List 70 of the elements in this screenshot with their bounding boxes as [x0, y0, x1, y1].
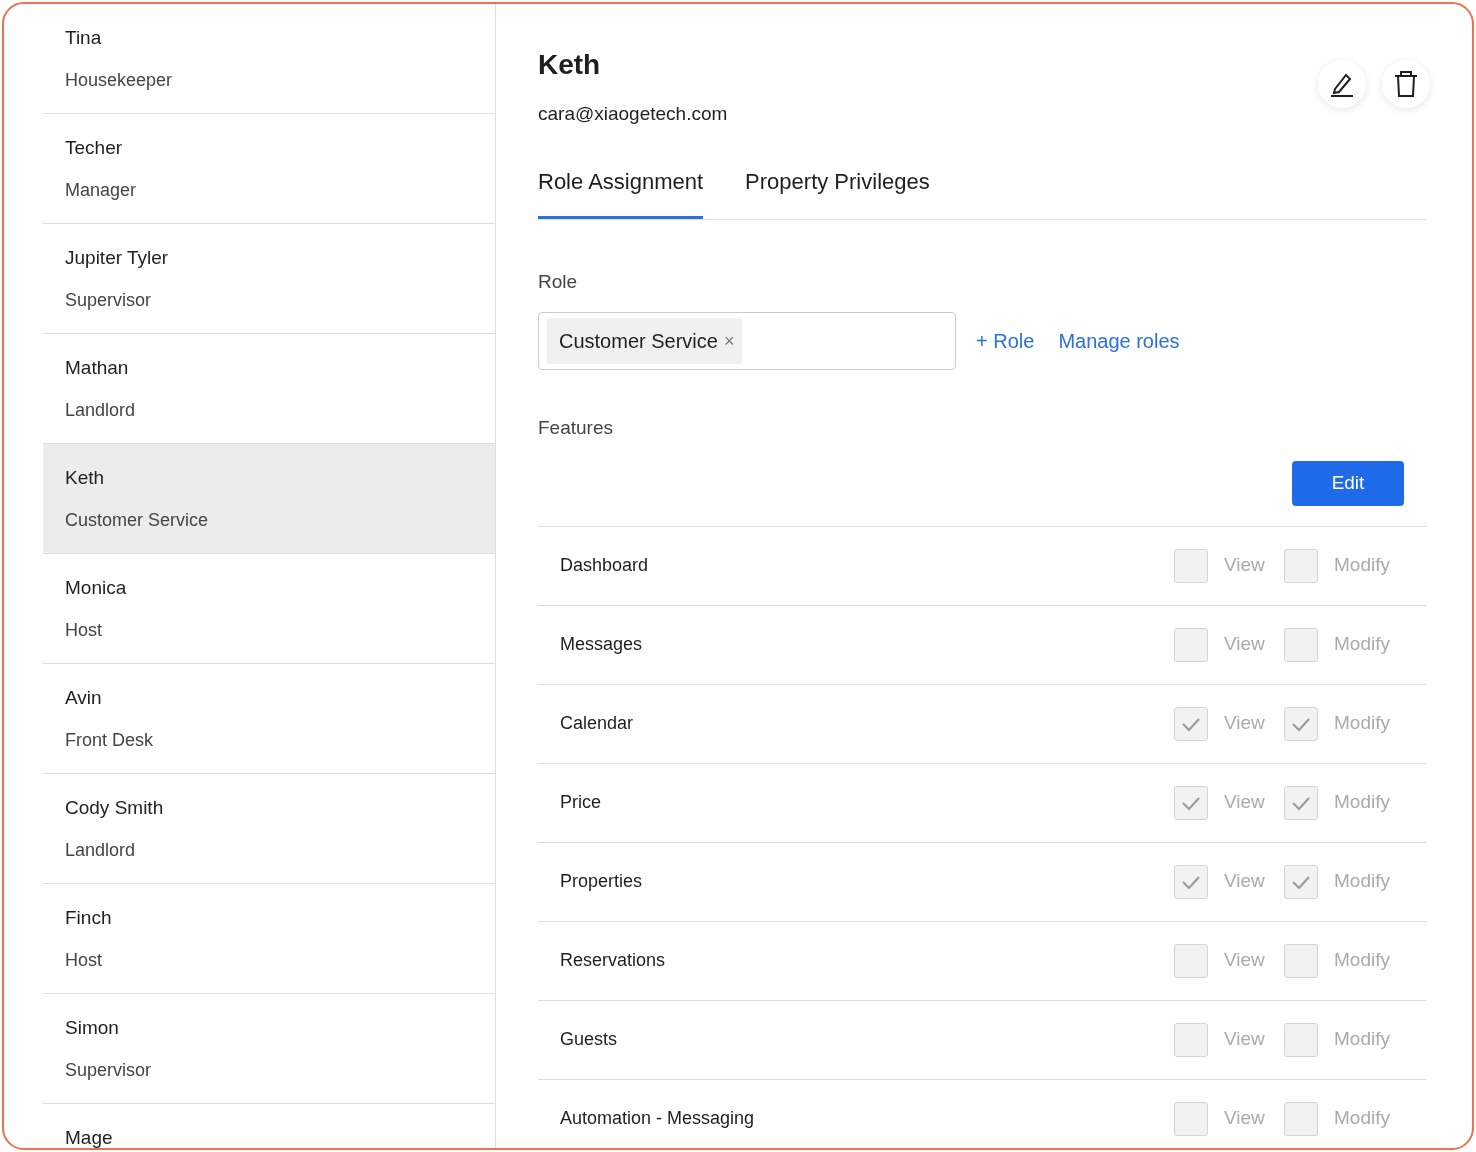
- checkbox-label: Modify: [1334, 711, 1390, 736]
- user-list-item[interactable]: Mage: [43, 1104, 495, 1148]
- checkbox-label: Modify: [1334, 1027, 1390, 1052]
- user-list-item[interactable]: Cody Smith Landlord: [43, 774, 495, 884]
- tab[interactable]: Property Privileges: [745, 164, 930, 219]
- edit-button[interactable]: Edit: [1292, 460, 1404, 506]
- user-role: Customer Service: [65, 508, 210, 532]
- user-name: Cody Smith: [65, 796, 165, 820]
- user-role: Supervisor: [65, 288, 153, 312]
- checkbox-label: View: [1224, 632, 1265, 657]
- user-list-item[interactable]: Techer Manager: [43, 114, 495, 224]
- checkbox-label: Modify: [1334, 790, 1390, 815]
- role-label: Role: [538, 269, 579, 294]
- user-name: Tina: [65, 26, 103, 50]
- feature-name: Automation - Messaging: [560, 1107, 756, 1130]
- checkbox-label: Modify: [1334, 869, 1390, 894]
- feature-name: Properties: [560, 870, 644, 893]
- manage-roles-link[interactable]: Manage roles: [1058, 326, 1180, 356]
- user-role: Supervisor: [65, 1058, 153, 1082]
- user-role: Host: [65, 948, 103, 972]
- user-list-item[interactable]: Jupiter Tyler Supervisor: [43, 224, 495, 334]
- user-list-item[interactable]: Monica Host: [43, 554, 495, 664]
- user-role: Front Desk: [65, 728, 155, 752]
- add-role-link[interactable]: + Role: [976, 326, 1035, 356]
- user-name: Mage: [65, 1126, 114, 1148]
- user-name: Jupiter Tyler: [65, 246, 170, 270]
- checkbox-label: View: [1224, 790, 1265, 815]
- user-role: Housekeeper: [65, 68, 174, 92]
- role-tag-label: Customer Service: [559, 329, 718, 354]
- user-name: Keth: [538, 48, 602, 82]
- user-list-item[interactable]: Tina Housekeeper: [43, 4, 495, 114]
- user-role: Manager: [65, 178, 138, 202]
- checkbox-label: View: [1224, 1027, 1265, 1052]
- tab[interactable]: Role Assignment: [538, 164, 704, 219]
- user-role: Host: [65, 618, 103, 642]
- user-name: Avin: [65, 686, 103, 710]
- feature-name: Calendar: [560, 712, 635, 735]
- edit-button[interactable]: [1318, 60, 1366, 108]
- user-name: Keth: [65, 466, 106, 490]
- checkbox-label: View: [1224, 948, 1265, 973]
- user-list-item[interactable]: Avin Front Desk: [43, 664, 495, 774]
- feature-name: Guests: [560, 1028, 619, 1051]
- feature-name: Reservations: [560, 949, 667, 972]
- user-name: Monica: [65, 576, 128, 600]
- user-list-item[interactable]: Finch Host: [43, 884, 495, 994]
- user-name: Finch: [65, 906, 113, 930]
- checkbox-label: Modify: [1334, 1106, 1390, 1131]
- checkbox-label: View: [1224, 553, 1265, 578]
- checkbox-label: Modify: [1334, 948, 1390, 973]
- checkbox-label: View: [1224, 1106, 1265, 1131]
- delete-button[interactable]: [1382, 60, 1430, 108]
- user-name: Mathan: [65, 356, 130, 380]
- user-email: cara@xiaogetech.com: [538, 102, 728, 126]
- features-label: Features: [538, 416, 614, 440]
- user-name: Techer: [65, 136, 124, 160]
- role-select-field[interactable]: Customer Service ×: [538, 312, 956, 370]
- remove-tag-button[interactable]: ×: [723, 327, 735, 355]
- checkbox-label: Modify: [1334, 632, 1390, 657]
- feature-name: Messages: [560, 633, 644, 656]
- user-list-item[interactable]: Simon Supervisor: [43, 994, 495, 1104]
- feature-name: Price: [560, 791, 602, 814]
- feature-name: Dashboard: [560, 554, 650, 577]
- checkbox-label: View: [1224, 869, 1265, 894]
- user-role: Landlord: [65, 398, 137, 422]
- checkbox-label: Modify: [1334, 553, 1390, 578]
- user-name: Simon: [65, 1016, 120, 1040]
- checkbox-label: View: [1224, 711, 1265, 736]
- user-list-item[interactable]: Keth Customer Service: [43, 444, 495, 554]
- user-role: Landlord: [65, 838, 137, 862]
- trash-icon: [1393, 70, 1419, 98]
